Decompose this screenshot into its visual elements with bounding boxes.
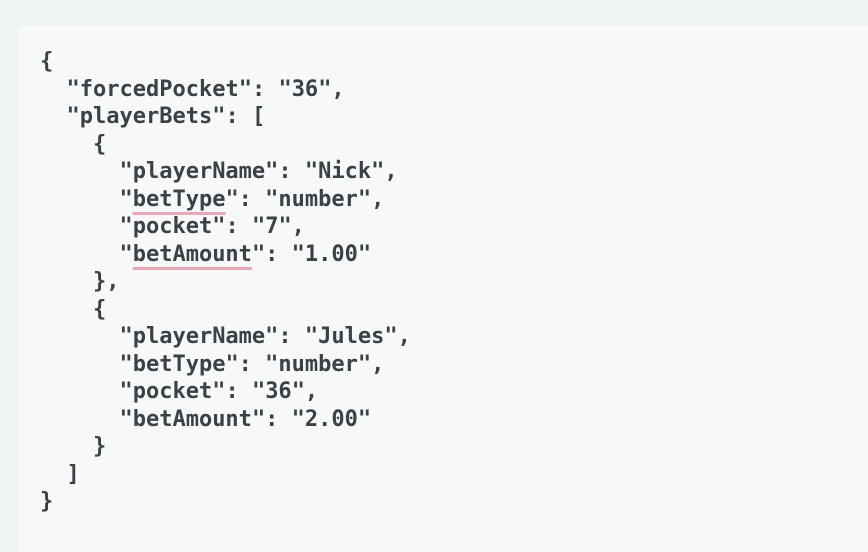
forced-pocket-key: forcedPocket: [79, 76, 239, 102]
bet-type-key-highlighted: betType: [132, 186, 226, 212]
player-bets-key: playerBets: [79, 104, 213, 129]
code-card: { "forcedPocket": "36", "playerBets": [ …: [18, 26, 868, 552]
code-line: "forcedPocket": "36",: [40, 76, 345, 102]
player-name-key: playerName: [132, 324, 266, 349]
player-name-key: playerName: [132, 159, 266, 184]
code-line: "betAmount": "1.00": [40, 241, 372, 267]
code-line: "betAmount": "2.00": [40, 406, 372, 432]
code-line: "playerName": "Nick",: [40, 159, 398, 184]
player-name-value: Jules: [318, 324, 385, 349]
code-line: }: [40, 488, 411, 516]
code-line: {: [40, 296, 107, 322]
pocket-key: pocket: [132, 379, 213, 404]
code-line: "pocket": "7",: [40, 214, 305, 239]
code-line: "pocket": "36",: [40, 379, 319, 404]
pocket-value: 36: [265, 379, 292, 404]
code-line: {: [40, 131, 107, 157]
bet-amount-value: 1.00: [304, 241, 358, 267]
code-line: "betType": "number",: [40, 186, 385, 212]
code-line: ]: [40, 461, 411, 489]
code-line: {: [40, 48, 411, 76]
code-line: "playerName": "Jules",: [40, 324, 411, 349]
player-name-value: Nick: [318, 159, 372, 184]
open-bracket: [: [251, 104, 266, 129]
code-line: "betType": "number",: [40, 351, 385, 377]
bet-amount-key-highlighted: betAmount: [132, 241, 252, 267]
code-line: "playerBets": [: [40, 104, 266, 129]
code-line: },: [40, 269, 120, 294]
bet-amount-key: betAmount: [132, 406, 252, 432]
pocket-key: pocket: [132, 214, 213, 239]
forced-pocket-value: 36: [291, 76, 319, 102]
bet-amount-value: 2.00: [304, 406, 358, 432]
code-line: }: [40, 434, 107, 459]
open-brace: {: [40, 49, 54, 74]
json-code-block: { "forcedPocket": "36", "playerBets": [ …: [40, 48, 411, 516]
close-brace: }: [40, 489, 54, 514]
bet-type-value: number: [278, 351, 358, 377]
bet-type-value: number: [278, 186, 358, 212]
close-bracket: ]: [66, 461, 80, 487]
pocket-value: 7: [265, 214, 279, 239]
bet-type-key: betType: [132, 351, 226, 377]
